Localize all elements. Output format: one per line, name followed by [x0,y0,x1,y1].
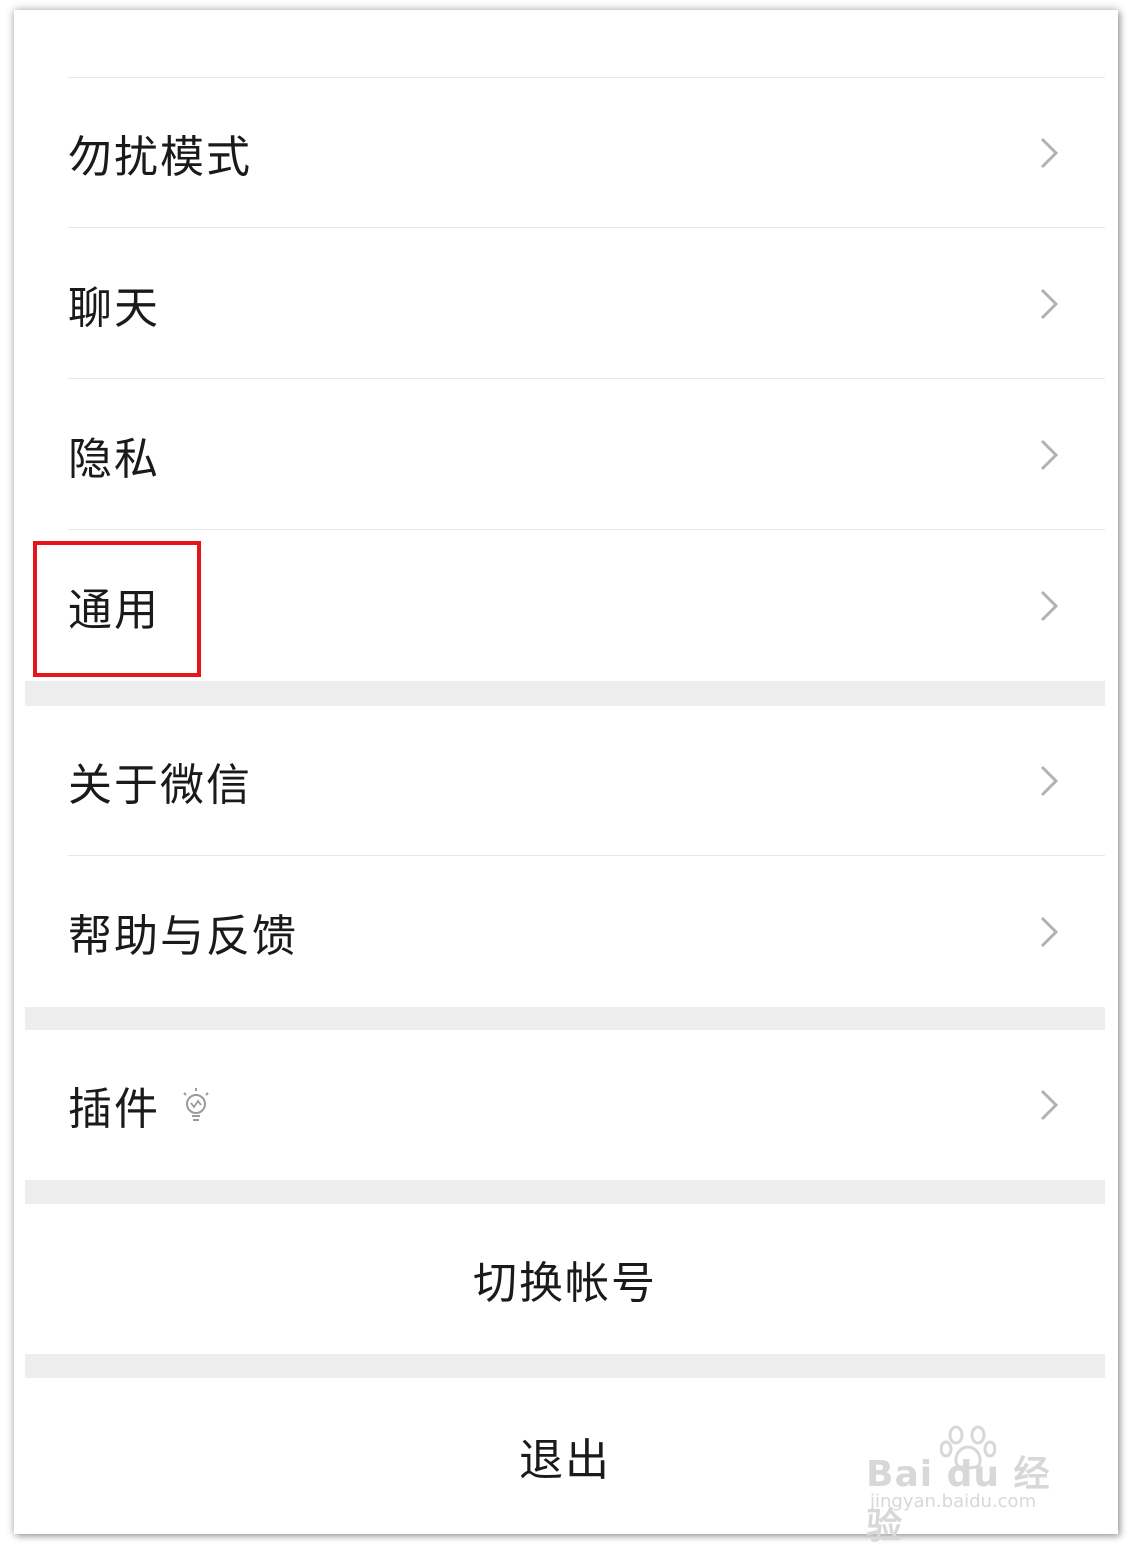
chevron-right-icon [1040,765,1059,797]
chevron-right-icon [1040,590,1059,622]
settings-list: 勿扰模式 聊天 隐私 通用 关于微信 帮助与反馈 插件 切换帐号 退出 [25,10,1105,1534]
settings-item-privacy[interactable]: 隐私 [25,380,1105,530]
settings-item-help-feedback[interactable]: 帮助与反馈 [25,857,1105,1007]
settings-item-label: 隐私 [68,434,160,485]
watermark-url: jingyan.baidu.com [870,1491,1037,1512]
settings-item-label: 帮助与反馈 [68,911,298,962]
row-divider [68,378,1105,379]
screenshot-frame: 勿扰模式 聊天 隐私 通用 关于微信 帮助与反馈 插件 切换帐号 退出 [14,10,1118,1534]
switch-account-button[interactable]: 切换帐号 [25,1204,1105,1354]
settings-item-chat[interactable]: 聊天 [25,229,1105,379]
chevron-right-icon [1040,916,1059,948]
chevron-right-icon [1040,1089,1059,1121]
row-divider [68,529,1105,530]
bulb-icon [183,1088,209,1121]
settings-item-plugins[interactable]: 插件 [25,1030,1105,1180]
settings-item-label: 关于微信 [68,760,252,811]
section-gap [25,1354,1105,1378]
section-gap [25,1180,1105,1204]
settings-item-about-wechat[interactable]: 关于微信 [25,706,1105,856]
baidu-watermark: Bai du 经验 jingyan.baidu.com [866,1425,1076,1547]
settings-item-do-not-disturb[interactable]: 勿扰模式 [25,78,1105,228]
chevron-right-icon [1040,137,1059,169]
section-gap [25,681,1105,706]
settings-item-label: 插件 [68,1084,160,1135]
switch-account-label: 切换帐号 [473,1258,657,1309]
highlight-box [33,541,201,677]
chevron-right-icon [1040,439,1059,471]
settings-item-label: 勿扰模式 [68,132,252,183]
settings-item-label: 聊天 [68,283,160,334]
chevron-right-icon [1040,288,1059,320]
section-gap [25,1007,1105,1030]
row-divider [68,227,1105,228]
row-divider [68,855,1105,856]
